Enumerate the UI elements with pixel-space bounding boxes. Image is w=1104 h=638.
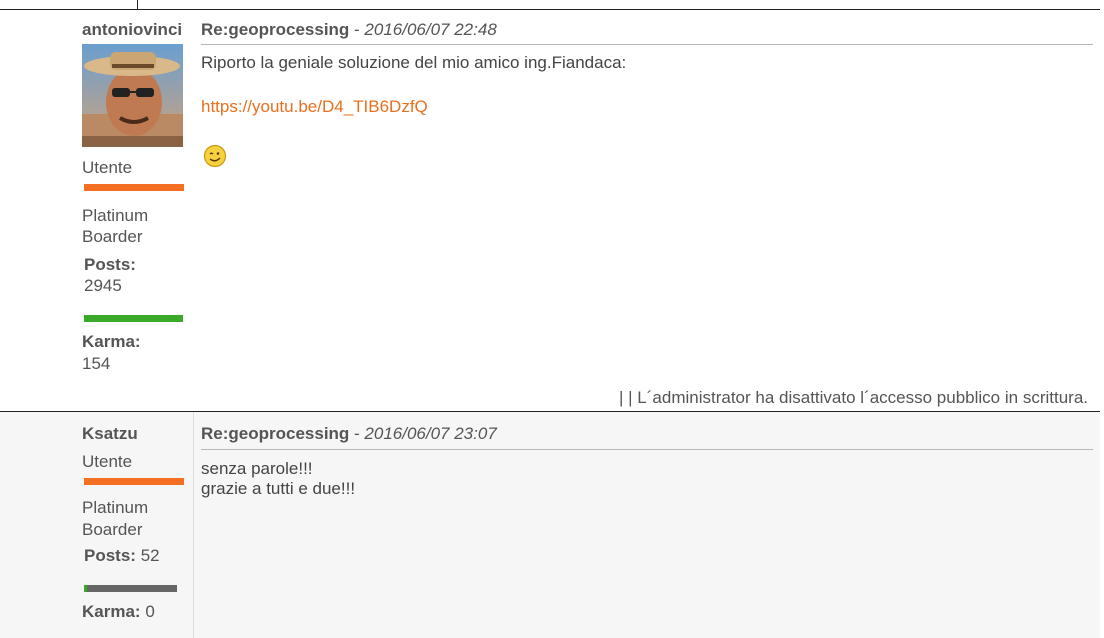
karma-label: Karma: bbox=[82, 332, 141, 351]
posts-label: Posts: bbox=[84, 255, 136, 274]
message-text-line2: grazie a tutti e due!!! bbox=[201, 479, 356, 498]
message-subject: Re:geoprocessing bbox=[201, 20, 350, 39]
karma-bar bbox=[84, 315, 183, 322]
rank-bar bbox=[84, 184, 184, 191]
user-title-line1: Platinum bbox=[82, 206, 149, 225]
header-rule bbox=[201, 449, 1093, 450]
posts-label: Posts: bbox=[84, 546, 136, 565]
message-header: Re:geoprocessing - 2016/06/07 22:48 bbox=[201, 20, 497, 40]
header-rule bbox=[201, 44, 1093, 45]
wink-smiley-icon bbox=[203, 144, 227, 168]
user-title-line1: Platinum bbox=[82, 498, 149, 517]
posts-count: 52 bbox=[140, 546, 160, 565]
user-rank: Utente bbox=[82, 452, 133, 471]
user-avatar[interactable] bbox=[82, 44, 183, 147]
video-link[interactable]: https://youtu.be/D4_TIB6DzfQ bbox=[201, 97, 428, 117]
rank-bar bbox=[84, 478, 184, 485]
karma-value: 0 bbox=[145, 602, 155, 621]
message-text: Riporto la geniale soluzione del mio ami… bbox=[201, 53, 627, 72]
author-name[interactable]: antoniovinci bbox=[82, 20, 182, 40]
message-header: Re:geoprocessing - 2016/06/07 23:07 bbox=[201, 424, 497, 444]
karma-label: Karma: bbox=[82, 602, 141, 621]
posts-count: 2945 bbox=[84, 276, 122, 295]
column-divider bbox=[137, 0, 138, 10]
header-separator: - bbox=[349, 20, 365, 39]
user-title-line2: Boarder bbox=[82, 520, 143, 539]
posts-stat: Posts: 52 bbox=[84, 545, 160, 567]
forum-post: Ksatzu Utente Platinum Boarder Posts: 52… bbox=[0, 411, 1100, 638]
author-name[interactable]: Ksatzu bbox=[82, 424, 138, 444]
column-divider bbox=[193, 412, 194, 638]
forum-post: antoniovinci Utente Platinum Boarder Pos bbox=[0, 10, 1100, 411]
message-date: 2016/06/07 22:48 bbox=[364, 20, 497, 39]
post-footer-note: | | L´administrator ha disattivato l´acc… bbox=[619, 388, 1088, 407]
user-title-line2: Boarder bbox=[82, 227, 143, 246]
user-rank: Utente bbox=[82, 158, 133, 177]
message-text-line1: senza parole!!! bbox=[201, 459, 313, 478]
karma-value: 154 bbox=[82, 354, 111, 373]
header-separator: - bbox=[349, 424, 365, 443]
message-subject: Re:geoprocessing bbox=[201, 424, 350, 443]
message-date: 2016/06/07 23:07 bbox=[364, 424, 497, 443]
karma-stat: Karma: 0 bbox=[82, 601, 155, 623]
karma-bar bbox=[84, 585, 177, 592]
